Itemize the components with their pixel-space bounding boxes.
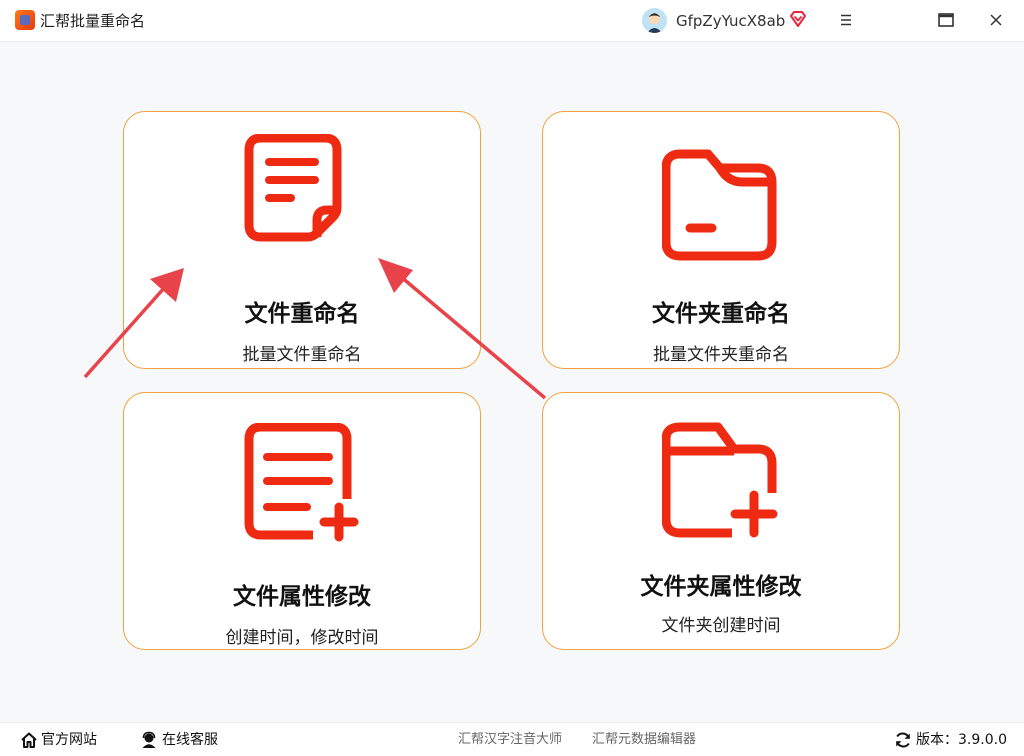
app-title: 汇帮批量重命名 <box>40 12 146 30</box>
menu-icon[interactable] <box>834 8 858 32</box>
card-subtitle: 批量文件夹重命名 <box>653 345 789 365</box>
pinyin-master-link[interactable]: 汇帮汉字注音大师 <box>458 731 562 749</box>
card-title: 文件夹属性修改 <box>640 574 802 600</box>
refresh-icon <box>896 732 910 748</box>
online-support-link[interactable]: 在线客服 <box>140 731 218 749</box>
card-subtitle: 文件夹创建时间 <box>661 616 781 636</box>
card-title: 文件重命名 <box>244 301 360 327</box>
card-title: 文件夹重命名 <box>652 301 790 327</box>
card-file-rename[interactable]: 文件重命名 批量文件重命名 <box>123 111 481 369</box>
folder-icon <box>662 149 777 261</box>
version-label: 版本：3.9.0.0 <box>916 732 1007 748</box>
username[interactable]: GfpZyYucX8ab <box>676 11 785 31</box>
version-info[interactable]: 版本：3.9.0.0 <box>894 731 1007 749</box>
maximize-icon[interactable] <box>934 8 958 32</box>
avatar-icon[interactable] <box>642 8 667 33</box>
card-title: 文件属性修改 <box>233 584 371 610</box>
folder-add-icon <box>662 422 778 538</box>
card-folder-attributes[interactable]: 文件夹属性修改 文件夹创建时间 <box>542 392 900 650</box>
card-folder-rename[interactable]: 文件夹重命名 批量文件夹重命名 <box>542 111 900 369</box>
title-bar: 汇帮批量重命名 GfpZyYucX8ab <box>0 0 1024 42</box>
card-file-attributes[interactable]: 文件属性修改 创建时间，修改时间 <box>123 392 481 650</box>
online-support-label: 在线客服 <box>162 732 218 748</box>
support-agent-icon <box>142 731 156 748</box>
card-subtitle: 创建时间，修改时间 <box>225 628 379 648</box>
vip-diamond-icon[interactable] <box>789 10 807 28</box>
card-subtitle: 批量文件重命名 <box>242 345 362 365</box>
close-icon[interactable] <box>984 8 1008 32</box>
metadata-editor-link[interactable]: 汇帮元数据编辑器 <box>592 731 696 749</box>
document-icon <box>244 134 342 242</box>
home-icon <box>21 732 37 748</box>
official-website-link[interactable]: 官方网站 <box>20 731 97 749</box>
official-website-label: 官方网站 <box>41 732 97 748</box>
footer-bar: 官方网站 在线客服 汇帮汉字注音大师 汇帮元数据编辑器 版本：3.9.0.0 <box>0 722 1024 756</box>
app-logo-icon <box>15 10 35 30</box>
document-add-icon <box>244 423 359 542</box>
